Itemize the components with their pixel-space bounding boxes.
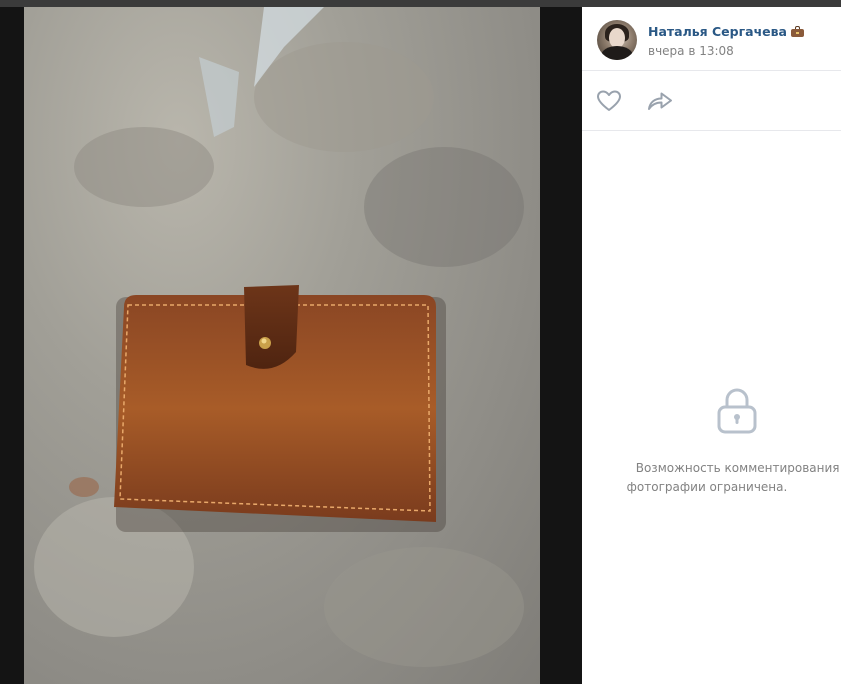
share-button[interactable] (646, 89, 674, 113)
comments-restricted-text: Возможность комментирования это фотограф… (600, 459, 841, 497)
heart-icon (597, 90, 621, 111)
share-arrow-icon (648, 92, 672, 110)
restricted-line-2: фотографии ограничена. (626, 480, 788, 494)
post-timestamp[interactable]: вчера в 13:08 (648, 44, 734, 58)
photo-viewer (0, 7, 582, 684)
like-button[interactable] (596, 89, 622, 113)
author-name-link[interactable]: Наталья Сергачева (648, 24, 787, 39)
post-actions (582, 71, 841, 131)
lock-icon (717, 388, 757, 434)
author-avatar[interactable] (597, 20, 637, 60)
viewer-top-bar (0, 0, 841, 7)
restricted-line-1: Возможность комментирования это (635, 461, 841, 475)
briefcase-icon (790, 26, 804, 37)
author-name-row: Наталья Сергачева (648, 24, 804, 39)
post-sidebar: Наталья Сергачева вчера в 13:08 Возможно… (582, 7, 841, 684)
wallet-photo-image (34, 7, 524, 667)
post-author-header: Наталья Сергачева вчера в 13:08 (582, 7, 841, 71)
post-photo[interactable] (24, 7, 540, 684)
